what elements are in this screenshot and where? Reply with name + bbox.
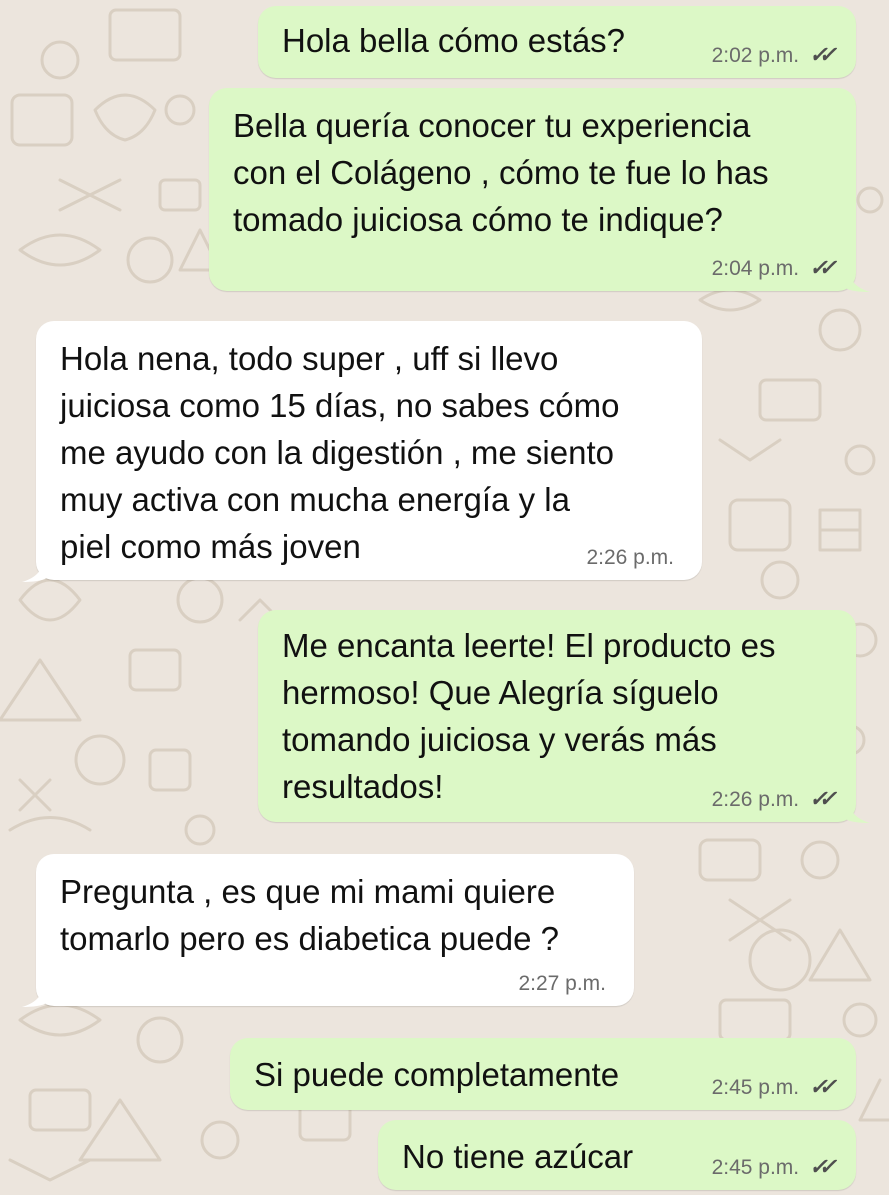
double-check-icon: ✓✓ — [809, 255, 837, 280]
message-timestamp: 2:04 p.m. — [711, 257, 800, 280]
message-text: Hola nena, todo super , uff si llevo jui… — [60, 340, 620, 565]
message-timestamp: 2:26 p.m. — [711, 788, 800, 811]
outgoing-message-bubble[interactable]: No tiene azúcar 2:45 p.m. ✓✓ — [378, 1120, 856, 1190]
message-meta: 2:02 p.m. ✓✓ — [711, 42, 837, 68]
message-meta: 2:04 p.m. ✓✓ — [711, 255, 837, 281]
message-timestamp: 2:45 p.m. — [711, 1076, 800, 1099]
double-check-icon: ✓✓ — [809, 1154, 837, 1179]
double-check-icon: ✓✓ — [809, 42, 837, 67]
double-check-icon: ✓✓ — [809, 786, 837, 811]
outgoing-message-bubble[interactable]: Hola bella cómo estás? 2:02 p.m. ✓✓ — [258, 6, 856, 78]
chat-background: Hola bella cómo estás? 2:02 p.m. ✓✓ Bella… — [0, 0, 889, 1195]
bubble-tail — [22, 977, 46, 1007]
incoming-message-bubble[interactable]: Pregunta , es que mi mami quiere tomarlo… — [36, 854, 634, 1006]
message-meta: 2:26 p.m. — [586, 546, 674, 570]
double-check-icon: ✓✓ — [809, 1074, 837, 1099]
outgoing-message-bubble[interactable]: Me encanta leerte! El producto es hermos… — [258, 610, 856, 822]
bubble-tail — [846, 262, 870, 292]
bubble-tail — [846, 793, 870, 823]
message-meta: 2:45 p.m. ✓✓ — [711, 1154, 837, 1180]
message-timestamp: 2:26 p.m. — [586, 546, 674, 569]
outgoing-message-bubble[interactable]: Si puede completamente 2:45 p.m. ✓✓ — [230, 1038, 856, 1110]
message-text: Me encanta leerte! El producto es hermos… — [282, 627, 776, 805]
message-timestamp: 2:45 p.m. — [711, 1156, 800, 1179]
message-meta: 2:26 p.m. ✓✓ — [711, 786, 837, 812]
bubble-tail — [22, 552, 46, 582]
incoming-message-bubble[interactable]: Hola nena, todo super , uff si llevo jui… — [36, 321, 702, 580]
message-text: Pregunta , es que mi mami quiere tomarlo… — [60, 873, 559, 957]
message-timestamp: 2:02 p.m. — [711, 44, 800, 67]
outgoing-message-bubble[interactable]: Bella quería conocer tu experiencia con … — [209, 88, 856, 291]
message-timestamp: 2:27 p.m. — [518, 972, 606, 995]
message-meta: 2:45 p.m. ✓✓ — [711, 1074, 837, 1100]
message-text: Bella quería conocer tu experiencia con … — [233, 107, 769, 238]
message-meta: 2:27 p.m. — [518, 972, 606, 996]
